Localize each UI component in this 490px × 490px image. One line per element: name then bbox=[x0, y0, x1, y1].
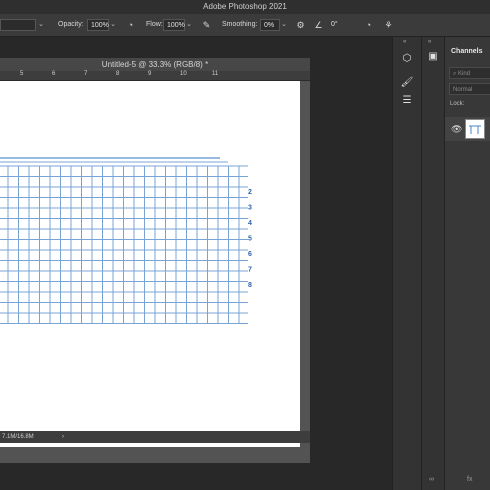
angle-field[interactable]: 0° bbox=[328, 19, 352, 31]
chevron-down-icon[interactable]: ⌄ bbox=[185, 19, 193, 31]
document-canvas[interactable]: 2 3 4 5 6 7 8 bbox=[0, 81, 300, 447]
link-layers-icon[interactable]: ∞ bbox=[429, 476, 434, 483]
flow-label: Flow: bbox=[146, 21, 163, 28]
brush-preset-field[interactable] bbox=[0, 19, 36, 31]
canvas-number: 6 bbox=[248, 251, 252, 258]
canvas-number: 3 bbox=[248, 205, 252, 212]
workspace: Untitled-5 @ 33.3% (RGB/8) * 5 6 7 8 9 1… bbox=[0, 37, 392, 490]
document-tab[interactable]: Untitled-5 @ 33.3% (RGB/8) * bbox=[0, 58, 310, 71]
filter-kind-label: Kind bbox=[458, 71, 471, 77]
tab-channels[interactable]: Channels bbox=[445, 45, 490, 59]
chevron-down-icon[interactable]: ⌄ bbox=[37, 19, 45, 31]
ruler-tick-label: 6 bbox=[52, 71, 56, 77]
chevron-down-icon[interactable]: ⌄ bbox=[280, 19, 288, 31]
brush-settings-icon[interactable]: 🖌 bbox=[398, 75, 416, 91]
canvas-number: 7 bbox=[248, 267, 252, 274]
angle-icon: ∠ bbox=[314, 20, 323, 30]
ruler-tick-label: 8 bbox=[116, 71, 120, 77]
panel-icon-strip: « ⬡ 🖌 ☰ bbox=[392, 37, 421, 490]
status-menu-arrow[interactable]: › bbox=[62, 431, 64, 443]
opacity-field[interactable]: 100% bbox=[87, 19, 109, 31]
layer-thumbnail bbox=[465, 119, 485, 139]
layers-panel: Channels ⌕ Kind Normal Lock: 👁 ∞ fx bbox=[429, 37, 490, 490]
adjustments-icon[interactable]: ☰ bbox=[398, 93, 416, 109]
ruler-tick-label: 5 bbox=[20, 71, 24, 77]
horizontal-ruler: 5 6 7 8 9 10 11 bbox=[0, 71, 310, 81]
pressure-opacity-icon[interactable]: ◔ bbox=[124, 19, 137, 32]
canvas-number: 8 bbox=[248, 282, 252, 289]
chevron-down-icon[interactable]: ⌄ bbox=[109, 19, 117, 31]
collapse-icon[interactable]: « bbox=[403, 39, 406, 45]
ruler-tick-label: 10 bbox=[180, 71, 187, 77]
app-title: Adobe Photoshop 2021 bbox=[203, 2, 287, 11]
smoothing-field[interactable]: 0% bbox=[260, 19, 280, 31]
airbrush-icon[interactable]: ✎ bbox=[200, 19, 213, 32]
options-bar: ⌄ Opacity: 100% ⌄ ◔ Flow: 100% ⌄ ✎ Smoot… bbox=[0, 14, 490, 37]
pressure-size-icon[interactable]: ◔ bbox=[362, 19, 375, 32]
3d-icon[interactable]: ⬡ bbox=[398, 51, 416, 67]
grid-artwork: 2 3 4 5 6 7 8 bbox=[0, 157, 252, 324]
layer-row[interactable]: 👁 bbox=[445, 117, 490, 141]
smoothing-settings-icon[interactable]: ⚙ bbox=[294, 19, 307, 32]
status-bar: 7.1M/16.8M › bbox=[0, 431, 310, 443]
canvas-number: 5 bbox=[248, 236, 252, 243]
ruler-tick-label: 9 bbox=[148, 71, 152, 77]
fx-icon[interactable]: fx bbox=[467, 476, 472, 483]
filter-kind-field[interactable]: ⌕ Kind bbox=[449, 67, 490, 79]
document-title: Untitled-5 @ 33.3% (RGB/8) * bbox=[101, 60, 209, 69]
panel-footer: ∞ fx bbox=[429, 476, 490, 490]
collapse-icon[interactable]: « bbox=[428, 39, 431, 45]
app-title-bar: Adobe Photoshop 2021 bbox=[0, 0, 490, 14]
panel-dock-strip: « ▣ bbox=[421, 37, 444, 490]
doc-size-readout: 7.1M/16.8M bbox=[2, 434, 34, 440]
document-window: Untitled-5 @ 33.3% (RGB/8) * 5 6 7 8 9 1… bbox=[0, 58, 310, 463]
symmetry-icon[interactable]: ⚘ bbox=[382, 19, 395, 32]
ruler-tick-label: 11 bbox=[212, 71, 219, 77]
canvas-number: 4 bbox=[248, 220, 252, 227]
flow-field[interactable]: 100% bbox=[163, 19, 185, 31]
lock-label: Lock: bbox=[450, 101, 465, 107]
properties-icon[interactable]: ▣ bbox=[424, 49, 442, 65]
blend-mode-select[interactable]: Normal bbox=[449, 83, 490, 95]
opacity-label: Opacity: bbox=[58, 21, 84, 28]
smoothing-label: Smoothing: bbox=[222, 21, 258, 28]
canvas-number: 2 bbox=[248, 189, 252, 196]
ruler-tick-label: 7 bbox=[84, 71, 88, 77]
eye-icon[interactable]: 👁 bbox=[451, 124, 462, 135]
